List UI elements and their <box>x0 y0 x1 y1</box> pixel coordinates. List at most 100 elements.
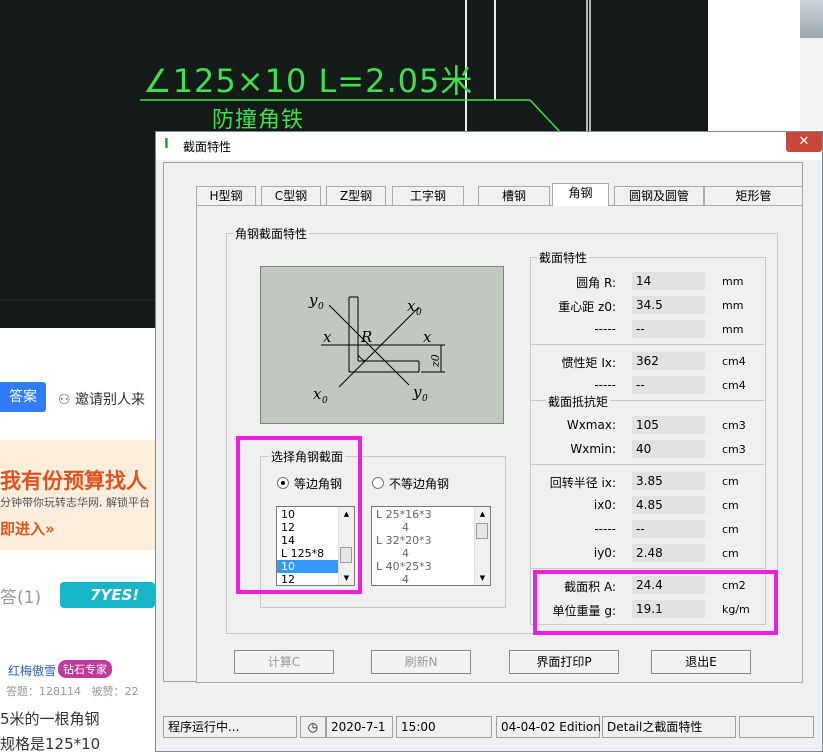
label-y0-bottom-sub: 0 <box>422 394 428 404</box>
label-r: R <box>360 328 372 346</box>
status-date: 2020-7-1 <box>326 716 393 738</box>
scroll-thumb[interactable] <box>476 523 488 539</box>
prop-unit: mm <box>722 323 744 336</box>
scroll-up-icon[interactable]: ▲ <box>475 507 490 521</box>
banner-headline-highlight: 找人 <box>105 469 147 493</box>
prop-row-wxmax: Wxmax: 105 cm3 <box>531 416 761 436</box>
prop-label: ix0: <box>593 498 616 512</box>
status-time: 15:00 <box>396 716 492 738</box>
scroll-down-icon[interactable]: ▼ <box>475 571 490 585</box>
prop-unit: cm3 <box>722 419 746 432</box>
tab-channel[interactable]: 槽钢 <box>478 186 550 205</box>
radio-unequal-angle[interactable]: 不等边角钢 <box>372 475 449 492</box>
prop-row-iy0: iy0: 2.48 cm <box>531 544 761 564</box>
invite-link-label: 邀请别人来 <box>75 392 146 408</box>
prop-row-blank-3: ----- -- cm <box>531 520 761 540</box>
prop-label: 圆角 R: <box>576 276 616 290</box>
label-y0-top: y <box>308 291 318 309</box>
dialog-title: 截面特性 <box>183 140 232 154</box>
user-stats: 答题：128114 被赞：22 <box>6 683 139 699</box>
label-x-left: x <box>323 328 332 346</box>
banner-headline-text: 我有份预算 <box>0 469 105 493</box>
label-x-right: x <box>423 328 432 346</box>
prop-label: 回转半径 ix: <box>549 476 616 490</box>
prop-value: 34.5 <box>632 296 705 314</box>
prop-value: 40 <box>632 440 705 458</box>
post-line-1: 5米的一根角钢 <box>0 710 100 728</box>
answer-button[interactable]: 答案 <box>0 382 46 412</box>
thumbnail-image[interactable] <box>800 0 823 38</box>
list-item[interactable]: L 25*16*3 <box>372 508 490 521</box>
list-item[interactable]: 4 <box>372 547 490 560</box>
user-badge: 钻石专家 <box>58 660 112 678</box>
section-properties-dialog: I 截面特性 ✕ H型钢 C型钢 Z型钢 工字钢 槽钢 角钢 圆钢及圆管 矩形管… <box>155 131 823 752</box>
label-x0-top-sub: 0 <box>416 308 422 318</box>
list-item[interactable]: L 32*20*3 <box>372 534 490 547</box>
label-z0: z0 <box>429 354 442 368</box>
banner-headline: 我有份预算找人 <box>0 465 147 495</box>
prop-row-radius: 圆角 R: 14 mm <box>531 272 761 292</box>
yes-logo: 7YES! <box>60 582 155 608</box>
prop-value: 14 <box>632 272 705 290</box>
clock-icon: ◷ <box>300 716 326 738</box>
prop-value: -- <box>632 376 705 394</box>
calc-button[interactable]: 计算C <box>234 650 334 674</box>
unequal-list-scrollbar[interactable]: ▲ ▼ <box>474 507 490 585</box>
tab-h-steel[interactable]: H型钢 <box>196 186 256 205</box>
tab-i-beam[interactable]: 工字钢 <box>392 186 464 205</box>
highlight-box-area <box>533 570 778 635</box>
banner-enter-link[interactable]: 即进入» <box>0 518 55 539</box>
list-item[interactable]: 4 <box>372 573 490 585</box>
tab-angle-steel[interactable]: 角钢 <box>552 183 609 206</box>
prop-label: Wxmin: <box>570 442 616 456</box>
prop-label: ----- <box>594 378 616 392</box>
stats-answers: 128114 <box>39 685 81 698</box>
prop-unit: cm <box>722 499 739 512</box>
cad-note: 防撞角铁 <box>212 108 305 133</box>
prop-label: Wxmax: <box>566 418 616 432</box>
tab-c-steel[interactable]: C型钢 <box>261 186 321 205</box>
prop-label: ----- <box>594 322 616 336</box>
angle-group-label: 角钢截面特性 <box>233 225 310 242</box>
divider <box>531 464 764 465</box>
invite-link[interactable]: ⚇ 邀请别人来 <box>58 389 145 409</box>
refresh-button[interactable]: 刷新N <box>371 650 471 674</box>
label-x0-bottom-sub: 0 <box>322 396 328 406</box>
prop-row-z0: 重心距 z0: 34.5 mm <box>531 296 761 316</box>
stats-answers-label: 答题： <box>6 685 39 698</box>
user-name[interactable]: 红梅傲雪 <box>8 662 56 679</box>
status-empty <box>739 716 814 738</box>
prop-value: 2.48 <box>632 544 705 562</box>
status-edition: 04-04-02 Edition <box>496 716 601 738</box>
print-button[interactable]: 界面打印P <box>509 650 619 674</box>
prop-row-wxmin: Wxmin: 40 cm3 <box>531 440 761 460</box>
unequal-angle-list[interactable]: L 25*16*3 4 L 32*20*3 4 L 40*25*3 4 ▲ ▼ <box>371 506 491 586</box>
post-line-2: 规格是125*10 <box>0 735 101 753</box>
prop-unit: cm4 <box>722 355 746 368</box>
modulus-label: 截面抵抗矩 <box>546 393 611 410</box>
status-bar: 程序运行中... ◷ 2020-7-1 15:00 04-04-02 Editi… <box>163 716 815 742</box>
prop-row-blank-1: ----- -- mm <box>531 320 761 340</box>
prop-row-ix: 惯性矩 Ix: 362 cm4 <box>531 352 761 372</box>
tab-z-steel[interactable]: Z型钢 <box>326 186 386 205</box>
answers-count: 答(1) <box>0 588 42 608</box>
cad-annotation: ∠125×10 L=2.05米 <box>143 62 474 100</box>
prop-unit: cm <box>722 547 739 560</box>
props-group-label: 截面特性 <box>537 249 590 266</box>
radio-unequal-dot[interactable] <box>372 477 384 489</box>
list-item[interactable]: L 40*25*3 <box>372 560 490 573</box>
stats-liked: 22 <box>124 685 139 698</box>
prop-unit: cm <box>722 523 739 536</box>
prop-value: -- <box>632 320 705 338</box>
prop-unit: mm <box>722 299 744 312</box>
tab-round-steel[interactable]: 圆钢及圆管 <box>614 186 704 205</box>
stats-liked-label: 被赞： <box>91 685 125 698</box>
title-bar[interactable]: I 截面特性 ✕ <box>156 132 822 160</box>
banner-subtitle: 分钟带你玩转志华网, 解锁平台 <box>0 496 150 509</box>
list-item[interactable]: 4 <box>372 521 490 534</box>
close-button[interactable]: ✕ <box>786 132 822 152</box>
tab-rect-tube[interactable]: 矩形管 <box>704 186 803 205</box>
exit-button[interactable]: 退出E <box>651 650 751 674</box>
prop-value: 362 <box>632 352 705 370</box>
label-x0-top: x <box>407 297 416 315</box>
